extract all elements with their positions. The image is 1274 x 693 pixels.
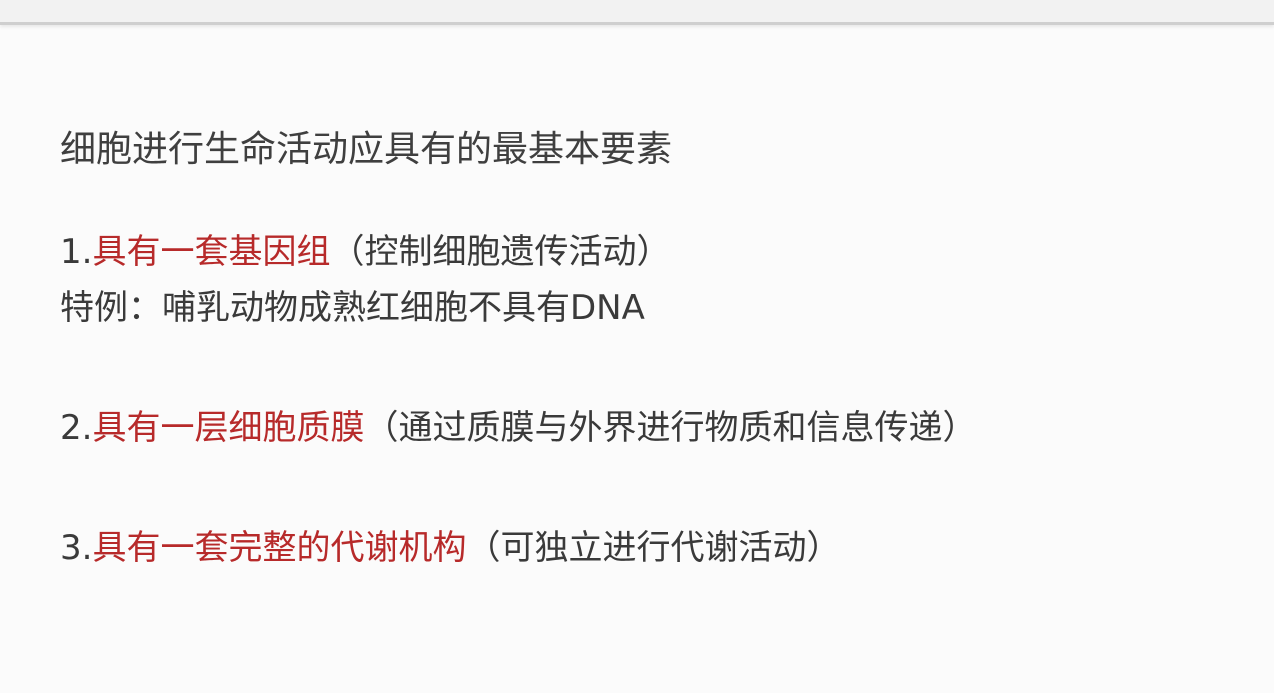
item-key-term: 具有一层细胞质膜 xyxy=(92,408,365,448)
item-extra-note: 特例：哺乳动物成熟红细胞不具有DNA xyxy=(60,288,645,328)
list-item-3: 3.具有一套完整的代谢机构（可独立进行代谢活动） xyxy=(60,520,1240,576)
item-number: 2. xyxy=(60,408,93,448)
item-key-term: 具有一套完整的代谢机构 xyxy=(92,528,467,568)
item-note: （控制细胞遗传活动） xyxy=(330,232,671,272)
list-item-2: 2.具有一层细胞质膜（通过质膜与外界进行物质和信息传递） xyxy=(60,400,1240,456)
list-item-line: 2.具有一层细胞质膜（通过质膜与外界进行物质和信息传递） xyxy=(60,400,1240,456)
item-note: （通过质膜与外界进行物质和信息传递） xyxy=(364,408,977,448)
page-title: 细胞进行生命活动应具有的最基本要素 xyxy=(60,129,673,170)
list-item-line: 3.具有一套完整的代谢机构（可独立进行代谢活动） xyxy=(60,520,1240,576)
top-bar xyxy=(0,0,1274,25)
list-item-line: 1.具有一套基因组（控制细胞遗传活动） xyxy=(60,224,1240,280)
item-number: 1. xyxy=(60,232,93,272)
document-body: 细胞进行生命活动应具有的最基本要素 1.具有一套基因组（控制细胞遗传活动） 特例… xyxy=(60,120,1240,576)
item-note: （可独立进行代谢活动） xyxy=(466,528,841,568)
item-number: 3. xyxy=(60,528,93,568)
item-key-term: 具有一套基因组 xyxy=(92,232,331,272)
list-item-1: 1.具有一套基因组（控制细胞遗传活动） 特例：哺乳动物成熟红细胞不具有DNA xyxy=(60,224,1240,336)
